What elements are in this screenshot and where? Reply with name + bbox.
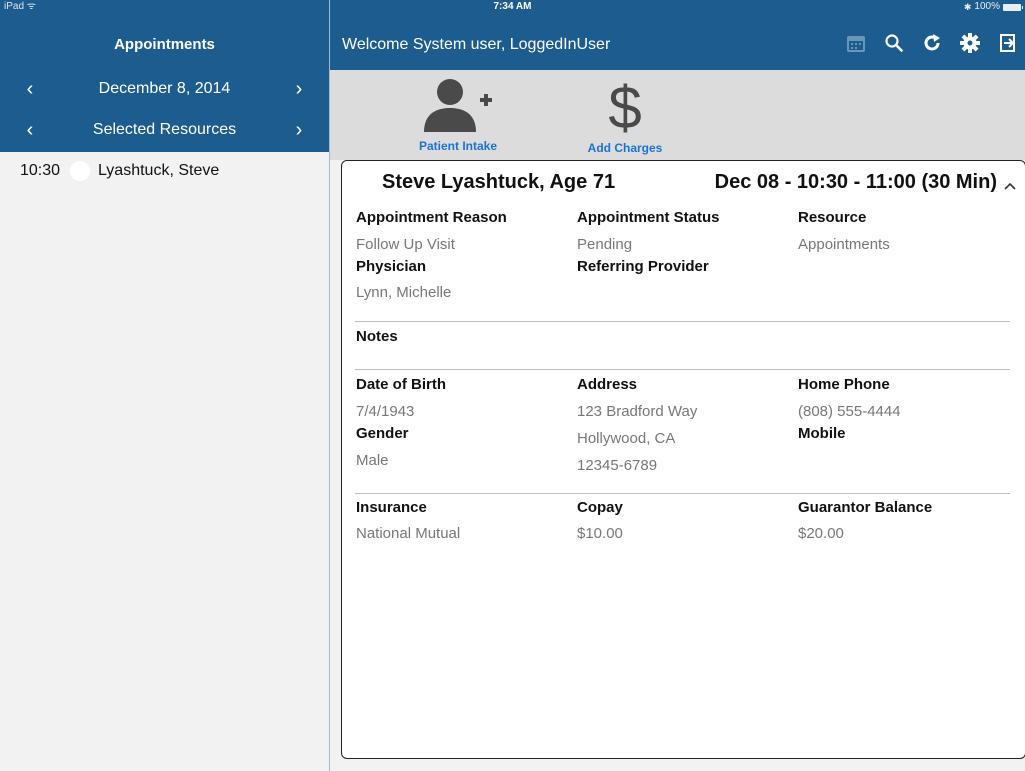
battery-percent: 100% (974, 1, 1000, 12)
guarantor-balance-value: $20.00 (798, 525, 844, 542)
appointment-status-field: Appointment Status (577, 209, 720, 226)
mobile-label: Mobile (798, 425, 846, 442)
current-date[interactable]: December 8, 2014 (60, 80, 269, 98)
address-line1: 123 Bradford Way (577, 403, 698, 420)
address-field: Address (577, 376, 637, 393)
copay-label: Copay (577, 499, 623, 516)
add-charges-button[interactable]: $ Add Charges (580, 74, 670, 155)
address-line2: Hollywood, CA (577, 430, 676, 447)
dob-field: Date of Birth (356, 376, 446, 393)
referring-provider-label: Referring Provider (577, 258, 709, 275)
home-phone-field: Home Phone (798, 376, 890, 393)
mobile-field: Mobile (798, 425, 846, 442)
add-person-icon (424, 79, 492, 132)
appointment-time: 10:30 (20, 161, 61, 179)
bluetooth-icon: ✱ (963, 2, 972, 12)
date-navigator: ‹ December 8, 2014 › (0, 74, 329, 104)
appointment-reason-field: Appointment Reason (356, 209, 507, 226)
appointment-reason-value: Follow Up Visit (356, 236, 455, 253)
notes-field: Notes (356, 328, 398, 345)
guarantor-balance-field: Guarantor Balance (798, 499, 932, 516)
divider (355, 321, 1010, 322)
resource-label: Resource (798, 209, 867, 226)
next-date-icon[interactable]: › (269, 74, 329, 104)
gender-label: Gender (356, 425, 409, 442)
physician-field: Physician (356, 258, 426, 275)
divider (355, 369, 1010, 370)
add-charges-label: Add Charges (587, 141, 663, 155)
clock: 7:34 AM (493, 1, 532, 12)
notes-label: Notes (356, 328, 398, 345)
selected-resources[interactable]: Selected Resources (60, 121, 269, 139)
chevron-up-icon[interactable] (1003, 175, 1017, 198)
patient-intake-label: Patient Intake (418, 139, 498, 153)
resource-navigator: ‹ Selected Resources › (0, 115, 329, 145)
physician-label: Physician (356, 258, 427, 275)
dob-label: Date of Birth (356, 376, 446, 393)
previous-resource-icon[interactable]: ‹ (0, 115, 60, 145)
copay-value: $10.00 (577, 525, 623, 542)
divider (355, 493, 1010, 494)
status-bar: iPad ᯤ 7:34 AM ✱ 100% (0, 0, 1025, 14)
insurance-field: Insurance (356, 499, 427, 516)
action-bar: Patient Intake $ Add Charges (330, 70, 1025, 160)
card-header: Steve Lyashtuck, Age 71 Dec 08 - 10:30 -… (342, 171, 1025, 203)
resource-field: Resource (798, 209, 866, 226)
dob-value: 7/4/1943 (356, 403, 415, 420)
physician-value: Lynn, Michelle (356, 284, 452, 301)
calendar-icon[interactable] (845, 32, 867, 54)
gender-value: Male (356, 452, 389, 469)
next-resource-icon[interactable]: › (269, 115, 329, 145)
status-dot-icon (70, 160, 90, 181)
search-icon[interactable] (883, 32, 905, 54)
copay-field: Copay (577, 499, 623, 516)
patient-name-age: Steve Lyashtuck, Age 71 (382, 171, 616, 193)
appointment-datetime: Dec 08 - 10:30 - 11:00 (30 Min) (714, 171, 997, 193)
insurance-value: National Mutual (356, 525, 461, 542)
home-phone-value: (808) 555-4444 (798, 403, 901, 420)
referring-provider-field: Referring Provider (577, 258, 709, 275)
appointment-status-value: Pending (577, 236, 633, 253)
sidebar-header: Appointments ‹ December 8, 2014 › ‹ Sele… (0, 0, 329, 152)
welcome-message: Welcome System user, LoggedInUser (342, 36, 611, 53)
patient-intake-button[interactable]: Patient Intake (412, 76, 504, 153)
toolbar-icons (845, 32, 1019, 54)
dollar-icon: $ (608, 74, 641, 141)
guarantor-balance-label: Guarantor Balance (798, 499, 933, 516)
battery-indicator: ✱ 100% (963, 0, 1023, 14)
home-phone-label: Home Phone (798, 376, 890, 393)
logout-icon[interactable] (997, 32, 1019, 54)
svg-text:$: $ (608, 76, 641, 134)
refresh-icon[interactable] (921, 32, 943, 54)
address-label: Address (577, 376, 638, 393)
appointment-list-item[interactable]: 10:30 Lyashtuck, Steve (0, 152, 329, 189)
appointment-status-label: Appointment Status (577, 209, 720, 226)
appointment-patient-name: Lyashtuck, Steve (98, 161, 220, 179)
battery-icon (1003, 3, 1023, 11)
sidebar-title: Appointments (114, 36, 215, 53)
previous-date-icon[interactable]: ‹ (0, 74, 60, 104)
insurance-label: Insurance (356, 499, 427, 516)
appointment-reason-label: Appointment Reason (356, 209, 507, 226)
gear-icon[interactable] (959, 32, 981, 54)
resource-value: Appointments (798, 236, 890, 253)
appointment-detail-card: Steve Lyashtuck, Age 71 Dec 08 - 10:30 -… (341, 160, 1025, 759)
sidebar: Appointments ‹ December 8, 2014 › ‹ Sele… (0, 0, 329, 771)
gender-field: Gender (356, 425, 409, 442)
address-line3: 12345-6789 (577, 457, 658, 474)
